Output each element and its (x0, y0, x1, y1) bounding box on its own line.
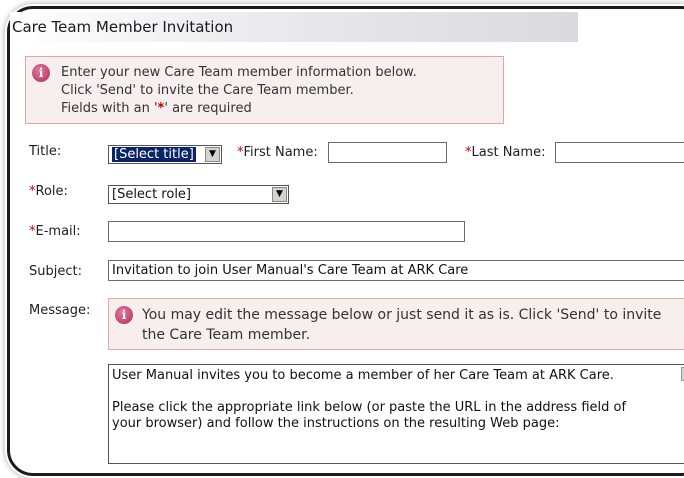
last-name-label-text: Last Name: (471, 145, 546, 160)
info-line-3-suffix: ' are required (164, 101, 252, 116)
email-label-text: E-mail: (35, 224, 81, 239)
message-note-line-2: the Care Team member. (142, 327, 311, 343)
message-textarea[interactable]: User Manual invites you to become a memb… (108, 364, 684, 464)
role-label-text: Role: (35, 184, 68, 199)
info-box: i Enter your new Care Team member inform… (25, 56, 504, 124)
message-note-line-1: You may edit the message below or just s… (142, 307, 662, 323)
role-label: *Role: (29, 184, 68, 199)
subject-label: Subject: (29, 264, 82, 279)
title-label: Title: (29, 144, 62, 159)
chevron-down-icon[interactable]: ▼ (272, 187, 287, 202)
last-name-label: *Last Name: (465, 145, 545, 160)
info-line-2: Click 'Send' to invite the Care Team mem… (61, 83, 354, 98)
message-label: Message: (29, 303, 91, 318)
info-line-1: Enter your new Care Team member informat… (61, 65, 417, 80)
first-name-label: *First Name: (237, 145, 318, 160)
email-field[interactable] (108, 221, 465, 242)
role-select-value: [Select role] (112, 187, 192, 202)
title-select[interactable]: [Select title] ▼ (108, 145, 222, 164)
last-name-input[interactable] (555, 142, 684, 163)
info-icon: i (32, 64, 50, 82)
info-line-3: Fields with an '*' are required (61, 100, 252, 118)
email-label: *E-mail: (29, 224, 81, 239)
first-name-input[interactable] (328, 142, 447, 163)
chevron-down-icon[interactable]: ▼ (205, 147, 220, 162)
message-line-2: Please click the appropriate link below … (112, 400, 627, 415)
message-line-3: your browser) and follow the instruction… (112, 416, 560, 431)
role-select[interactable]: [Select role] ▼ (108, 185, 289, 204)
title-select-value: [Select title] (112, 147, 196, 162)
message-line-1: User Manual invites you to become a memb… (112, 368, 614, 383)
message-info-box: i You may edit the message below or just… (108, 298, 684, 350)
page-title: Care Team Member Invitation (10, 12, 578, 42)
info-line-3-prefix: Fields with an ' (61, 101, 158, 116)
first-name-label-text: First Name: (243, 145, 318, 160)
subject-input[interactable]: Invitation to join User Manual's Care Te… (108, 260, 684, 281)
info-icon: i (115, 306, 133, 324)
